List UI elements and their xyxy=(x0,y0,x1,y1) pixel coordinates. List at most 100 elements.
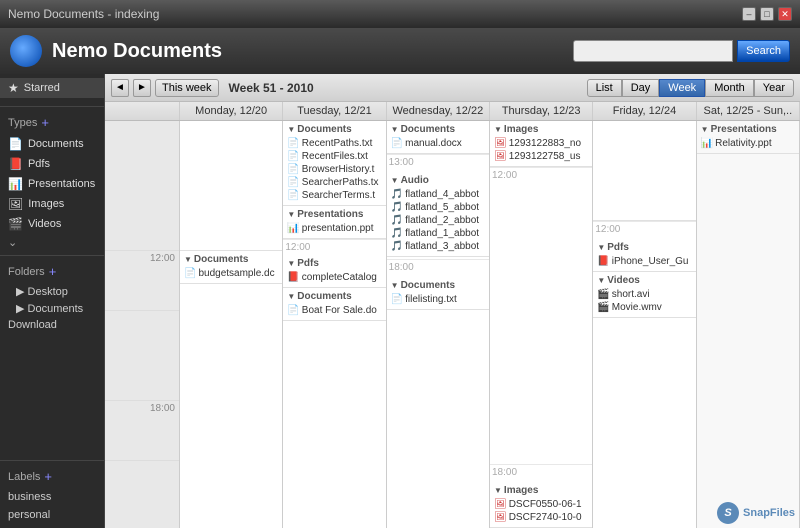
titlebar: Nemo Documents - indexing – □ ✕ xyxy=(0,0,800,28)
file-flatland1[interactable]: 🎵 flatland_1_abbot xyxy=(391,227,485,240)
file-flatland5[interactable]: 🎵 flatland_5_abbot xyxy=(391,201,485,214)
wed-audio-section: ▼ Audio 🎵 flatland_4_abbot 🎵 flatland_5_… xyxy=(387,172,489,257)
folder-download[interactable]: Download xyxy=(0,317,104,333)
triangle-icon: ▼ xyxy=(287,125,295,134)
wed-docs-section: ▼ Documents 📄 manual.docx xyxy=(387,121,489,154)
file-budgetsample[interactable]: 📄 budgetsample.dc xyxy=(184,267,278,280)
labels-header: Labels + xyxy=(0,465,104,488)
txt-icon: 📄 xyxy=(391,294,403,305)
search-bar: Search xyxy=(573,40,790,62)
tuesday-pres-label: ▼ Presentations xyxy=(287,209,381,220)
divider-1 xyxy=(0,106,104,107)
sidebar-item-documents[interactable]: 📄 Documents xyxy=(0,134,104,154)
search-input[interactable] xyxy=(573,40,733,62)
time-col-header xyxy=(105,102,180,120)
file-completecatalog[interactable]: 📕 completeCatalog xyxy=(287,271,381,284)
file-name: Relativity.ppt xyxy=(715,138,772,149)
sidebar-item-images[interactable]: 🖼 Images xyxy=(0,194,104,214)
file-boatforsale[interactable]: 📄 Boat For Sale.do xyxy=(287,304,381,317)
day-header-wednesday: Wednesday, 12/22 xyxy=(387,102,490,120)
triangle-icon: ▼ xyxy=(287,292,295,301)
view-month-button[interactable]: Month xyxy=(705,79,754,97)
day-col-weekend: ▼ Presentations 📊 Relativity.ppt S xyxy=(697,121,800,528)
section-label: Documents xyxy=(401,280,455,291)
day-header-friday: Friday, 12/24 xyxy=(593,102,696,120)
star-icon: ★ xyxy=(8,81,19,95)
file-manual[interactable]: 📄 manual.docx xyxy=(391,137,485,150)
img-icon: 🖼 xyxy=(494,512,507,523)
doc-icon: 📄 xyxy=(391,138,403,149)
file-filelisting[interactable]: 📄 filelisting.txt xyxy=(391,293,485,306)
view-list-button[interactable]: List xyxy=(587,79,622,97)
label-personal[interactable]: personal xyxy=(0,506,104,524)
folders-add-button[interactable]: + xyxy=(49,264,57,279)
sidebar-item-starred[interactable]: ★ Starred xyxy=(0,78,104,98)
sidebar-item-pdfs[interactable]: 📕 Pdfs xyxy=(0,154,104,174)
view-week-button[interactable]: Week xyxy=(659,79,705,97)
file-recentfiles[interactable]: 📄 RecentFiles.txt xyxy=(287,150,381,163)
view-year-button[interactable]: Year xyxy=(754,79,794,97)
view-day-button[interactable]: Day xyxy=(622,79,660,97)
documents-icon: 📄 xyxy=(8,137,23,151)
thu-mid-empty xyxy=(490,185,592,464)
sidebar-item-presentations[interactable]: 📊 Presentations xyxy=(0,174,104,194)
day-col-thursday: ▼ Images 🖼 1293122883_no 🖼 1293122758_us… xyxy=(490,121,593,528)
calendar: Monday, 12/20 Tuesday, 12/21 Wednesday, … xyxy=(105,102,800,528)
file-browserhistory[interactable]: 📄 BrowserHistory.t xyxy=(287,163,381,176)
txt-icon: 📄 xyxy=(287,138,299,149)
file-flatland4[interactable]: 🎵 flatland_4_abbot xyxy=(391,188,485,201)
maximize-button[interactable]: □ xyxy=(760,7,774,21)
file-presentation[interactable]: 📊 presentation.ppt xyxy=(287,222,381,235)
prev-button[interactable]: ◄ xyxy=(111,79,129,97)
file-flatland3[interactable]: 🎵 flatland_3_abbot xyxy=(391,240,485,253)
label-business[interactable]: business xyxy=(0,488,104,506)
file-name: flatland_4_abbot xyxy=(405,189,479,200)
types-collapse-button[interactable]: ⌄ xyxy=(0,234,104,251)
search-button[interactable]: Search xyxy=(737,40,790,62)
folder-desktop[interactable]: ▶ Desktop xyxy=(0,283,104,300)
app-title: Nemo Documents xyxy=(52,40,563,63)
section-label: Pdfs xyxy=(607,242,629,253)
next-button[interactable]: ► xyxy=(133,79,151,97)
fri-videos-section: ▼ Videos 🎬 short.avi 🎬 Movie.wmv xyxy=(593,272,695,318)
file-recentpaths[interactable]: 📄 RecentPaths.txt xyxy=(287,137,381,150)
calendar-body: 12:00 18:00 ▼ Documents 📄 budgets xyxy=(105,121,800,528)
triangle-icon: ▼ xyxy=(597,276,605,285)
file-flatland2[interactable]: 🎵 flatland_2_abbot xyxy=(391,214,485,227)
calendar-header: Monday, 12/20 Tuesday, 12/21 Wednesday, … xyxy=(105,102,800,121)
pdf-icon: 📕 xyxy=(287,272,299,283)
file-moviewmv[interactable]: 🎬 Movie.wmv xyxy=(597,301,691,314)
close-button[interactable]: ✕ xyxy=(778,7,792,21)
file-relativity[interactable]: 📊 Relativity.ppt xyxy=(701,137,795,150)
fri-pdfs-section: ▼ Pdfs 📕 iPhone_User_Gu xyxy=(593,239,695,272)
header: Nemo Documents Search xyxy=(0,28,800,74)
day-header-tuesday: Tuesday, 12/21 xyxy=(283,102,386,120)
tuesday-docs-label: ▼ Documents xyxy=(287,124,381,135)
file-name: SearcherTerms.t xyxy=(302,190,375,201)
divider-2 xyxy=(0,255,104,256)
file-img2[interactable]: 🖼 1293122758_us xyxy=(494,150,588,163)
starred-label: Starred xyxy=(24,82,60,94)
file-searcherterms[interactable]: 📄 SearcherTerms.t xyxy=(287,189,381,202)
this-week-button[interactable]: This week xyxy=(155,79,219,97)
file-name: 1293122758_us xyxy=(509,151,581,162)
file-dscf0550[interactable]: 🖼 DSCF0550-06-1 xyxy=(494,498,588,511)
file-img1[interactable]: 🖼 1293122883_no xyxy=(494,137,588,150)
types-add-button[interactable]: + xyxy=(41,115,49,130)
file-searcherpaths[interactable]: 📄 SearcherPaths.tx xyxy=(287,176,381,189)
tuesday-pdfs-section: ▼ Pdfs 📕 completeCatalog xyxy=(283,255,385,288)
audio-icon: 🎵 xyxy=(391,241,403,252)
file-shortavi[interactable]: 🎬 short.avi xyxy=(597,288,691,301)
file-dscf2740[interactable]: 🖼 DSCF2740-10-0 xyxy=(494,511,588,524)
content-area: ◄ ► This week Week 51 - 2010 List Day We… xyxy=(105,74,800,528)
audio-icon: 🎵 xyxy=(391,228,403,239)
minimize-button[interactable]: – xyxy=(742,7,756,21)
img-icon: 🖼 xyxy=(494,499,507,510)
labels-add-button[interactable]: + xyxy=(44,469,52,484)
presentations-icon: 📊 xyxy=(8,177,23,191)
sidebar-item-videos[interactable]: 🎬 Videos xyxy=(0,214,104,234)
main-area: ★ Starred Types + 📄 Documents 📕 Pdfs 📊 P… xyxy=(0,74,800,528)
file-iphone-guide[interactable]: 📕 iPhone_User_Gu xyxy=(597,255,691,268)
folder-documents[interactable]: ▶ Documents xyxy=(0,300,104,317)
tuesday-docs2-section: ▼ Documents 📄 Boat For Sale.do xyxy=(283,288,385,321)
